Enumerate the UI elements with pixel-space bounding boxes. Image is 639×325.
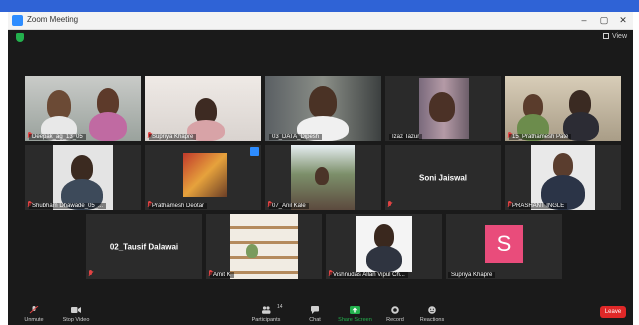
video-tile-dipesh[interactable]: 03_DATA_Dipesh xyxy=(265,76,381,141)
participant-name-display: 02_Tausif Dalawai xyxy=(109,242,179,251)
leave-button[interactable]: Leave xyxy=(600,306,626,318)
spotlight-badge-icon xyxy=(250,147,259,156)
chat-label: Chat xyxy=(309,317,321,323)
participant-name: Prathamesh Deotar xyxy=(149,203,208,209)
record-label: Record xyxy=(386,317,404,323)
share-screen-button[interactable]: Share Screen xyxy=(335,306,375,323)
meeting-window: View Deepak_ag_13_05 Supriya Khapre 03_D… xyxy=(8,30,633,325)
stop-video-label: Stop Video xyxy=(62,317,90,323)
participant-figure xyxy=(429,92,455,122)
participant-count: 14 xyxy=(277,304,283,310)
participant-avatar: S xyxy=(485,224,523,263)
video-camera-icon xyxy=(71,307,81,313)
participants-label: Participants xyxy=(251,317,281,323)
participants-icon xyxy=(262,306,271,314)
video-tile-amit[interactable]: Amit K xyxy=(206,214,322,279)
video-tile-tausif[interactable]: 02_Tausif Dalawai xyxy=(86,214,202,279)
video-tile-shubham[interactable]: Shubham Dhawade_05_... xyxy=(25,145,141,210)
microphone-muted-icon xyxy=(29,306,39,314)
video-feed xyxy=(230,214,298,279)
reactions-button[interactable]: Reactions xyxy=(412,306,452,323)
meeting-toolbar: Unmute Stop Video Participants 14 Chat S… xyxy=(8,295,633,325)
reactions-label: Reactions xyxy=(419,317,445,323)
participant-figure xyxy=(315,167,329,185)
record-icon xyxy=(391,306,399,314)
participant-name: 07_Anil Kale xyxy=(269,203,309,209)
unmute-label: Unmute xyxy=(24,317,44,323)
record-button[interactable]: Record xyxy=(375,306,415,323)
window-titlebar: Zoom Meeting – ▢ ✕ xyxy=(8,12,633,30)
chat-bubble-icon xyxy=(311,306,319,314)
video-tile-anil[interactable]: 07_Anil Kale xyxy=(265,145,381,210)
participant-figure xyxy=(553,153,573,177)
participant-figure xyxy=(366,246,402,272)
participant-name: PRASHANT INGLE xyxy=(509,203,568,209)
participant-name: 15_Prathamesh Pate xyxy=(509,134,572,140)
participant-name: Shubham Dhawade_05_... xyxy=(29,203,107,209)
participant-name-display: Soni Jaiswal xyxy=(418,173,468,182)
participant-name: Vishnudas Allan Vipul Ch... xyxy=(330,272,408,278)
video-tile-supriya[interactable]: Supriya Khapre xyxy=(145,76,261,141)
video-tile-supriya-avatar[interactable]: S Supriya Khapre xyxy=(446,214,562,279)
top-border xyxy=(0,0,639,12)
participant-name: Supriya Khapre xyxy=(448,272,496,278)
participant-name: Deepak_ag_13_05 xyxy=(29,134,86,140)
participant-figure xyxy=(309,86,337,118)
share-screen-icon xyxy=(350,306,360,314)
participant-name: Izaz Tazur xyxy=(389,134,423,140)
encryption-shield-icon[interactable] xyxy=(16,33,24,42)
view-button[interactable]: View xyxy=(602,33,627,40)
window-title: Zoom Meeting xyxy=(27,15,79,24)
participant-name: Supriya Khapre xyxy=(149,134,197,140)
minimize-button[interactable]: – xyxy=(575,13,593,28)
smiley-icon xyxy=(428,306,436,314)
share-screen-label: Share Screen xyxy=(338,317,372,323)
grid-icon xyxy=(602,33,609,39)
participant-figure xyxy=(89,112,127,141)
participant-name: Amit K xyxy=(210,272,234,278)
chat-button[interactable]: Chat xyxy=(295,306,335,323)
muted-mic-icon xyxy=(88,270,93,277)
video-tile-deepak[interactable]: Deepak_ag_13_05 xyxy=(25,76,141,141)
participant-figure xyxy=(71,155,93,181)
participant-figure xyxy=(374,224,394,248)
video-tile-prathamesh-deotar[interactable]: Prathamesh Deotar xyxy=(145,145,261,210)
profile-picture xyxy=(183,153,227,197)
video-tile-prathamesh-pate[interactable]: 15_Prathamesh Pate xyxy=(505,76,621,141)
video-tile-vishnudas[interactable]: Vishnudas Allan Vipul Ch... xyxy=(326,214,442,279)
maximize-button[interactable]: ▢ xyxy=(595,13,613,28)
video-tile-izaz-active-speaker[interactable]: Izaz Tazur xyxy=(385,76,501,141)
muted-mic-icon xyxy=(387,201,392,208)
close-button[interactable]: ✕ xyxy=(614,13,632,28)
unmute-button[interactable]: Unmute xyxy=(14,306,54,323)
zoom-app-icon xyxy=(12,15,23,26)
stop-video-button[interactable]: Stop Video xyxy=(56,306,96,323)
view-label: View xyxy=(611,33,627,40)
video-tile-soni-jaiswal[interactable]: Soni Jaiswal xyxy=(385,145,501,210)
plant-figure xyxy=(246,244,258,258)
participant-name: 03_DATA_Dipesh xyxy=(269,134,323,140)
video-tile-prashant[interactable]: PRASHANT INGLE xyxy=(505,145,621,210)
